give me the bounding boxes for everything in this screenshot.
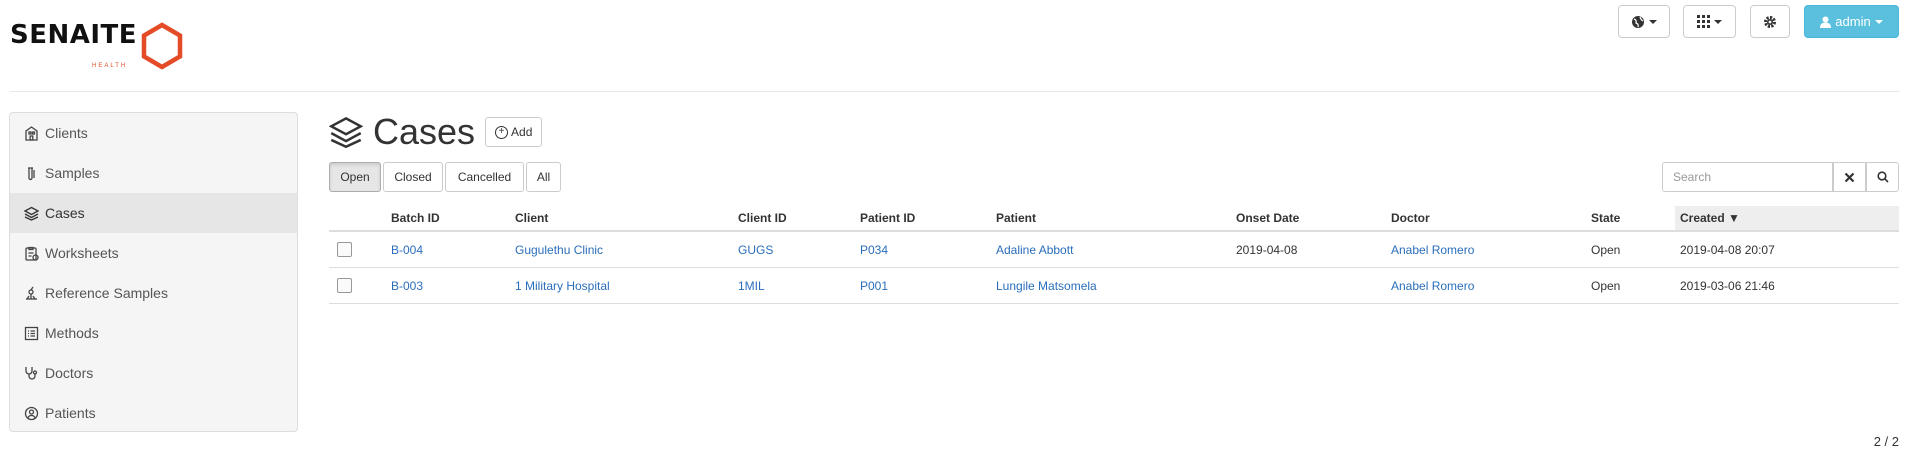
sidebar: Clients Samples Cases Worksheets Referen… (9, 112, 298, 432)
globe-icon (1632, 15, 1644, 28)
batch-id-link[interactable]: B-003 (391, 279, 423, 293)
plus-circle-icon: + (495, 125, 509, 139)
clear-search-button[interactable] (1833, 162, 1866, 192)
title-row: Cases + Add (329, 112, 1899, 152)
sidebar-item-clients[interactable]: Clients (10, 113, 297, 153)
doctor-link[interactable]: Anabel Romero (1391, 279, 1474, 293)
grid-icon (1697, 15, 1710, 28)
state-cell: Open (1591, 231, 1675, 268)
brand-name: SENAITE (10, 20, 138, 50)
results-count: 2 / 2 (1873, 434, 1899, 449)
user-name: admin (1835, 14, 1871, 29)
row-select-cell (329, 267, 391, 304)
patient-link[interactable]: Lungile Matsomela (996, 279, 1097, 293)
sidebar-item-samples[interactable]: Samples (10, 153, 297, 193)
column-header-select (329, 206, 391, 232)
main-content: Cases + Add Open Closed Cancelled All Se… (329, 112, 1899, 449)
header: SENAITE HEALTH admin (0, 0, 1905, 92)
close-icon (1844, 172, 1855, 182)
filter-all-button[interactable]: All (526, 162, 561, 192)
patient-id-link[interactable]: P001 (860, 279, 888, 293)
column-header-client-id[interactable]: Client ID (738, 206, 860, 232)
sidebar-item-reference-samples[interactable]: Reference Samples (10, 273, 297, 313)
client-link[interactable]: 1 Military Hospital (515, 279, 610, 293)
onset-date-cell: 2019-04-08 (1236, 231, 1391, 268)
apps-button[interactable] (1683, 5, 1736, 38)
column-header-patient[interactable]: Patient (996, 206, 1236, 232)
user-icon (1820, 16, 1832, 28)
table-row: B-003 1 Military Hospital 1MIL P001 Lung… (329, 267, 1899, 304)
search-icon (1876, 171, 1889, 183)
cases-table: Batch ID Client Client ID Patient ID Pat… (329, 206, 1899, 304)
add-button[interactable]: + Add (485, 117, 543, 147)
table-row: B-004 Gugulethu Clinic GUGS P034 Adaline… (329, 231, 1899, 268)
filter-open-button[interactable]: Open (329, 162, 381, 192)
sidebar-item-label: Methods (45, 325, 99, 341)
search-button[interactable] (1866, 162, 1899, 192)
patient-link[interactable]: Adaline Abbott (996, 243, 1073, 257)
column-header-state[interactable]: State (1591, 206, 1675, 232)
client-id-link[interactable]: GUGS (738, 243, 773, 257)
state-cell: Open (1591, 267, 1675, 304)
clipboard-icon (25, 246, 39, 261)
column-header-patient-id[interactable]: Patient ID (860, 206, 996, 232)
column-header-client[interactable]: Client (515, 206, 738, 232)
column-header-batch-id[interactable]: Batch ID (391, 206, 515, 232)
layers-icon (24, 206, 39, 221)
created-cell: 2019-04-08 20:07 (1675, 231, 1899, 268)
test-tube-icon (28, 166, 35, 180)
stethoscope-icon (25, 366, 38, 380)
created-cell: 2019-03-06 21:46 (1675, 267, 1899, 304)
chevron-down-icon (1874, 19, 1883, 24)
page-title: Cases (373, 111, 476, 152)
hexagon-logo-icon (141, 22, 183, 70)
chevron-down-icon (1714, 19, 1722, 24)
senaite-logo[interactable]: SENAITE HEALTH (10, 20, 183, 70)
layers-icon (329, 116, 363, 149)
header-divider (10, 91, 1900, 92)
column-header-created[interactable]: Created ▼ (1675, 206, 1899, 232)
sidebar-item-label: Patients (45, 405, 96, 421)
column-header-onset-date[interactable]: Onset Date (1236, 206, 1391, 232)
doctor-link[interactable]: Anabel Romero (1391, 243, 1474, 257)
row-select-cell (329, 231, 391, 268)
list-icon (24, 326, 39, 340)
sidebar-item-label: Clients (45, 125, 88, 141)
gear-icon (1764, 15, 1776, 28)
user-menu-button[interactable]: admin (1804, 5, 1899, 38)
user-circle-icon (24, 406, 39, 420)
search-input[interactable]: Search (1662, 162, 1833, 192)
client-id-link[interactable]: 1MIL (738, 279, 765, 293)
column-header-doctor[interactable]: Doctor (1391, 206, 1591, 232)
client-link[interactable]: Gugulethu Clinic (515, 243, 603, 257)
microscope-icon (26, 286, 37, 300)
sidebar-item-cases[interactable]: Cases (10, 193, 297, 233)
row-checkbox[interactable] (337, 242, 352, 257)
settings-button[interactable] (1750, 5, 1790, 38)
sidebar-item-doctors[interactable]: Doctors (10, 353, 297, 393)
sidebar-item-methods[interactable]: Methods (10, 313, 297, 353)
brand-sub: HEALTH (92, 63, 128, 69)
batch-id-link[interactable]: B-004 (391, 243, 423, 257)
filter-row: Open Closed Cancelled All Search (329, 162, 1899, 194)
sidebar-item-label: Cases (45, 205, 85, 221)
sidebar-item-label: Doctors (45, 365, 94, 381)
sidebar-item-patients[interactable]: Patients (10, 393, 297, 433)
chevron-down-icon (1649, 19, 1657, 24)
sidebar-item-worksheets[interactable]: Worksheets (10, 233, 297, 273)
filter-cancelled-button[interactable]: Cancelled (445, 162, 524, 192)
patient-id-link[interactable]: P034 (860, 243, 888, 257)
row-checkbox[interactable] (337, 278, 352, 293)
add-button-label: Add (511, 125, 533, 139)
table-header-row: Batch ID Client Client ID Patient ID Pat… (329, 206, 1899, 232)
onset-date-cell (1236, 267, 1391, 304)
language-button[interactable] (1618, 5, 1670, 38)
sidebar-item-label: Samples (45, 165, 100, 181)
sidebar-item-label: Worksheets (45, 245, 119, 261)
building-icon (25, 125, 38, 141)
filter-closed-button[interactable]: Closed (383, 162, 443, 192)
sidebar-item-label: Reference Samples (45, 285, 168, 301)
